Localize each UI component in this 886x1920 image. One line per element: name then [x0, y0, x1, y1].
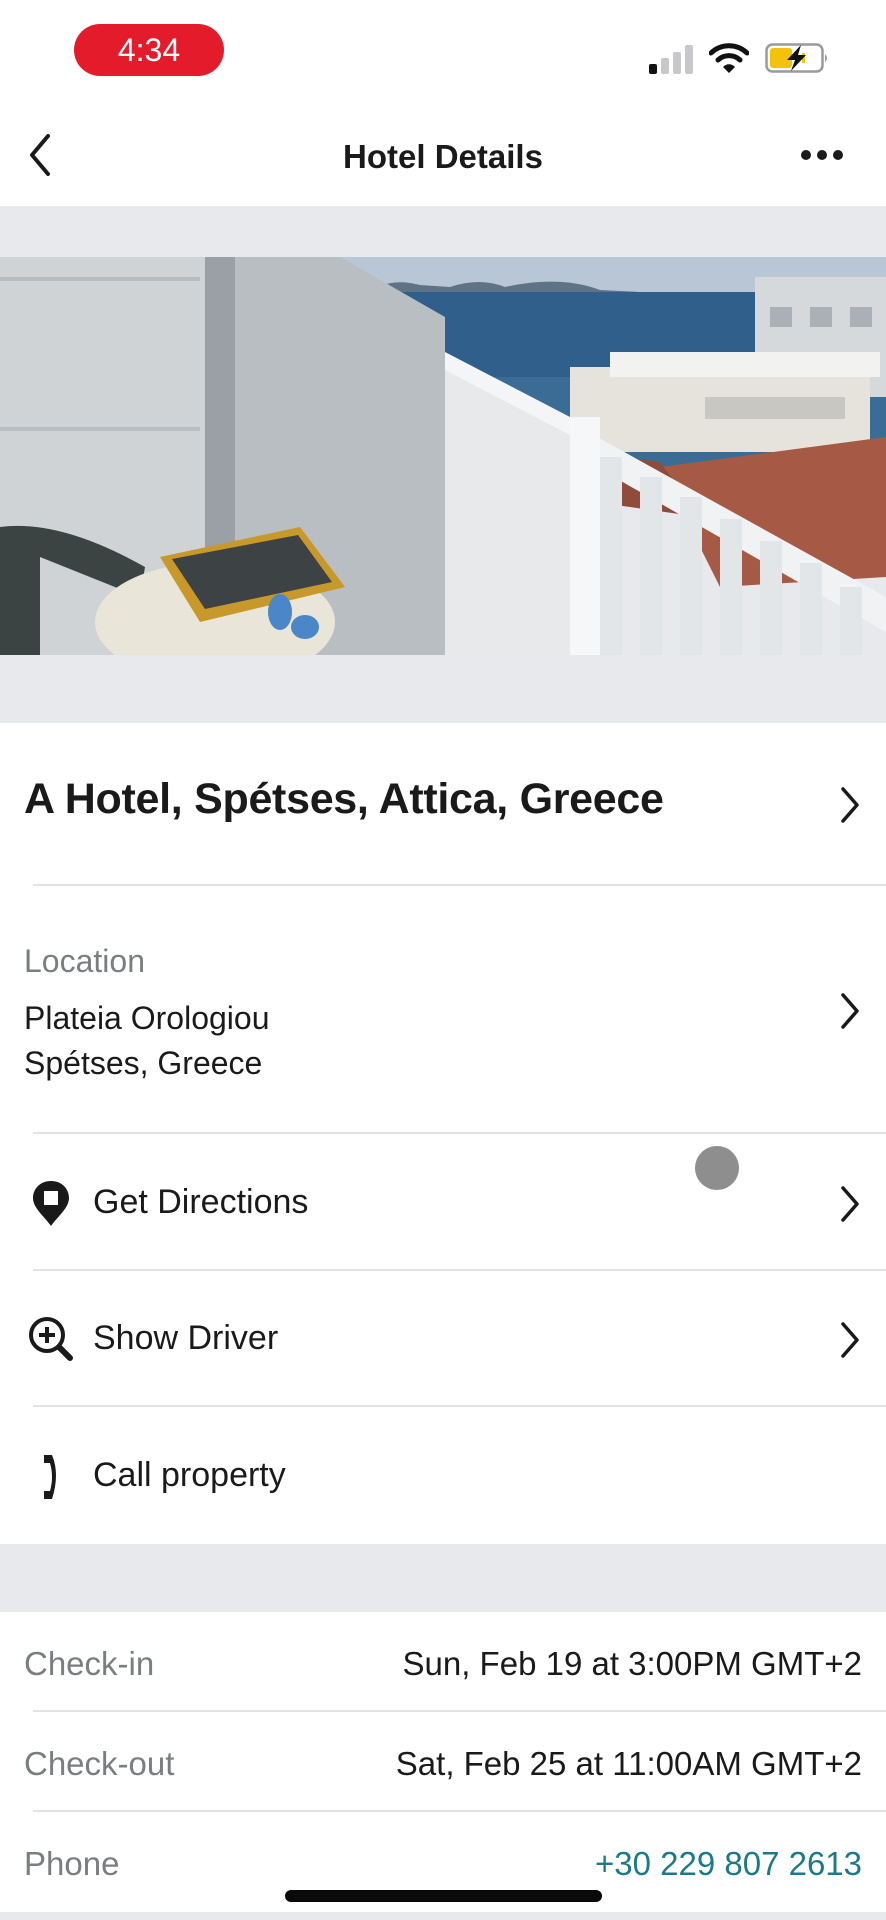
check-out-value: Sat, Feb 25 at 11:00AM GMT+2 [395, 1745, 862, 1782]
section-separator [0, 1544, 886, 1612]
battery-charging-icon [765, 43, 827, 73]
wifi-icon [709, 43, 749, 73]
phone-icon [44, 1455, 56, 1499]
hotel-photo[interactable] [0, 257, 886, 655]
divider [33, 1710, 886, 1712]
nav-bar: Hotel Details [0, 100, 886, 207]
more-options-button[interactable] [800, 145, 844, 165]
call-property-label: Call property [93, 1456, 286, 1494]
chevron-right-icon [841, 1186, 859, 1222]
phone-number-link[interactable]: +30 229 807 2613 [595, 1845, 862, 1883]
chevron-right-icon [841, 787, 859, 823]
address-line-1: Plateia Orologiou [24, 1000, 270, 1036]
bottom-strip [0, 1912, 886, 1920]
check-out-label: Check-out [24, 1745, 175, 1782]
show-driver-label: Show Driver [93, 1319, 279, 1357]
divider [33, 1810, 886, 1812]
get-directions-label: Get Directions [93, 1183, 309, 1221]
touch-indicator [695, 1146, 739, 1190]
page-title: Hotel Details [343, 138, 543, 175]
location-label: Location [24, 943, 145, 979]
chevron-right-icon [841, 993, 859, 1029]
hotel-name: A Hotel, Spétses, Attica, Greece [24, 775, 664, 823]
status-time: 4:34 [74, 24, 224, 76]
zoom-in-icon [29, 1317, 73, 1361]
home-indicator[interactable] [285, 1890, 602, 1902]
check-in-value: Sun, Feb 19 at 3:00PM GMT+2 [402, 1645, 863, 1682]
phone-label: Phone [24, 1845, 120, 1882]
cellular-signal-icon [649, 44, 693, 74]
map-pin-icon [33, 1181, 69, 1226]
status-bar: 4:34 [0, 0, 886, 100]
address-line-2: Spétses, Greece [24, 1045, 263, 1081]
check-in-label: Check-in [24, 1645, 155, 1682]
chevron-right-icon [841, 1322, 859, 1358]
